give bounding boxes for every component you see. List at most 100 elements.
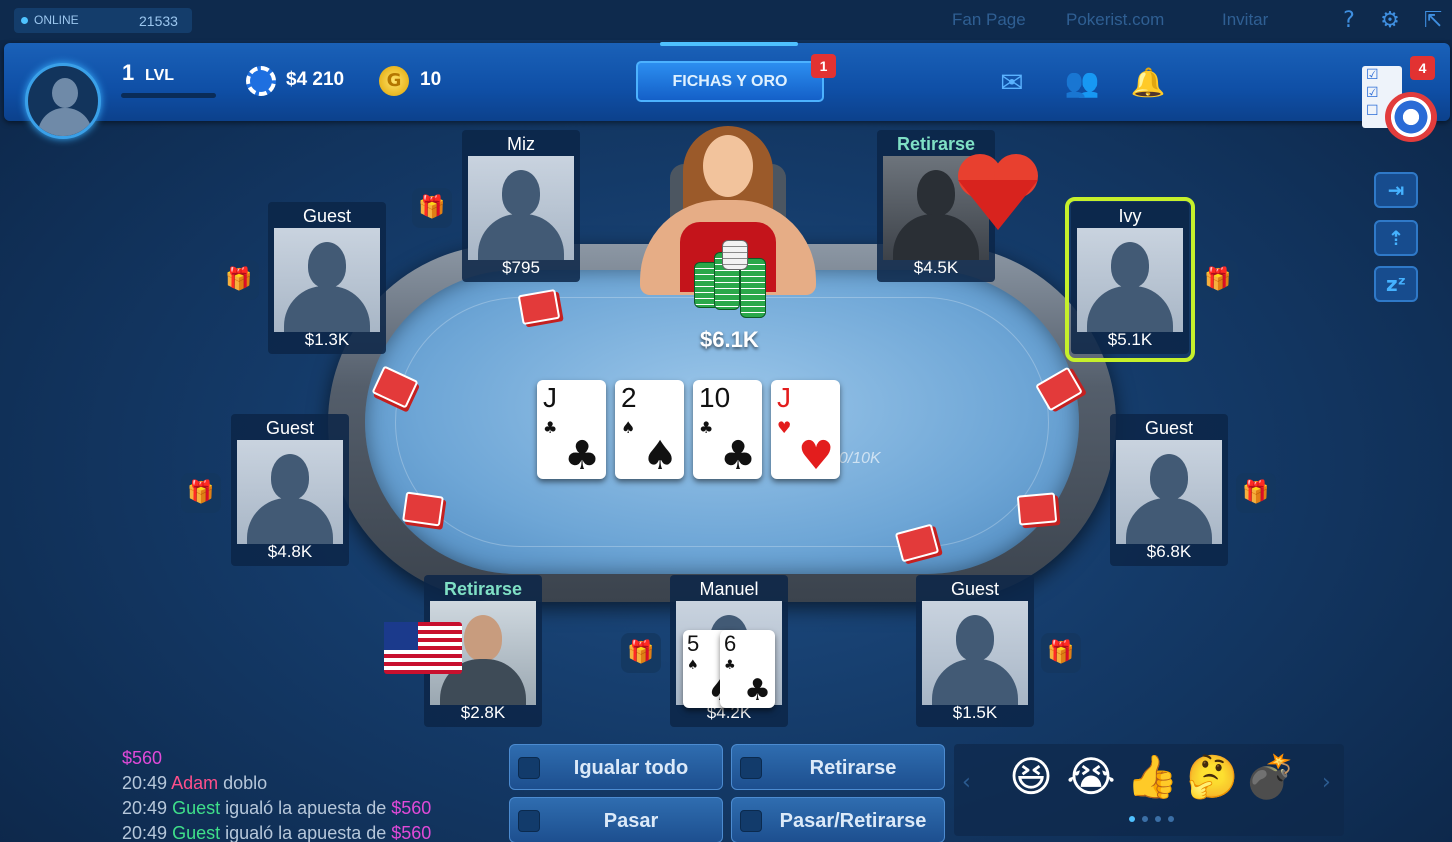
level-number: 1 <box>122 60 135 85</box>
check-fold-button[interactable]: Pasar/Retirarse <box>731 797 945 842</box>
card-suit-large: ♥ <box>798 433 834 479</box>
chat-line: $560 <box>122 746 492 771</box>
card-rank: 10 <box>699 382 731 413</box>
fold-button[interactable]: Retirarse <box>731 744 945 790</box>
seat-miz[interactable]: Miz $795 <box>462 130 580 282</box>
avatar <box>468 156 574 260</box>
seat-guest-top-left[interactable]: Guest $1.3K <box>268 202 386 354</box>
call-all-checkbox[interactable] <box>518 757 540 779</box>
seat-guest-bottom-right[interactable]: Guest $1.5K <box>916 575 1034 727</box>
check-button[interactable]: Pasar <box>509 797 723 842</box>
seat-guest-mid-left[interactable]: Guest $4.8K <box>231 414 349 566</box>
seat-stack: $6.8K <box>1146 542 1192 561</box>
community-card: 10 ♣ ♣ <box>693 380 762 479</box>
check-checkbox[interactable] <box>518 810 540 832</box>
seat-name: Manuel <box>699 579 759 599</box>
chat-time: 20:49 <box>122 823 168 842</box>
card-suit-large: ♣ <box>744 673 771 708</box>
chat-text: igualó la apuesta de <box>225 798 387 818</box>
gift-icon[interactable]: 🎁 <box>219 260 259 300</box>
card-suit-large: ♣ <box>564 433 600 479</box>
invite-link[interactable]: Invitar <box>1222 10 1268 30</box>
avatar <box>237 440 343 544</box>
check-fold-checkbox[interactable] <box>740 810 762 832</box>
emoji-thinking[interactable]: 🤔 <box>1186 752 1238 802</box>
page-dot[interactable] <box>1155 816 1161 822</box>
page-dot[interactable] <box>1142 816 1148 822</box>
chevron-left-icon[interactable]: ‹ <box>962 770 971 795</box>
gear-icon[interactable]: ⚙ <box>1377 8 1403 34</box>
chat-text: doblo <box>223 773 268 793</box>
card-suit-small: ♠ <box>621 418 636 437</box>
card-suit-small: ♥ <box>777 418 792 437</box>
card-suit-small: ♣ <box>724 658 736 673</box>
sleep-icon[interactable]: zᶻ <box>1374 266 1418 302</box>
page-dot-active[interactable] <box>1129 816 1135 822</box>
chevron-right-icon[interactable]: › <box>1322 770 1331 795</box>
seat-status-folded: Retirarse <box>443 579 523 599</box>
avatar-silhouette-body <box>38 108 92 136</box>
gift-icon[interactable]: 🎁 <box>621 633 661 673</box>
seat-guest-mid-right[interactable]: Guest $6.8K <box>1110 414 1228 566</box>
seat-name: Guest <box>265 418 315 438</box>
gift-icon[interactable]: 🎁 <box>412 188 452 228</box>
chat-amount: $560 <box>391 823 432 842</box>
gift-icon[interactable]: 🎁 <box>181 473 221 513</box>
community-card: J ♣ ♣ <box>537 380 606 479</box>
gift-icon[interactable]: 🎁 <box>1236 473 1276 513</box>
fold-checkbox[interactable] <box>740 757 762 779</box>
heart-gift-icon <box>958 180 1038 230</box>
emoji-laughing[interactable]: 😆 <box>1006 752 1056 802</box>
card-suit-small: ♣ <box>543 418 558 437</box>
fichas-badge: 1 <box>811 54 836 78</box>
call-all-button[interactable]: Igualar todo <box>509 744 723 790</box>
seat-stack: $1.5K <box>952 703 998 722</box>
online-dot-icon <box>21 17 28 24</box>
emoji-crying[interactable]: 😭 <box>1066 752 1116 802</box>
online-counter: ONLINE 21533 <box>14 8 192 33</box>
seat-name: Guest <box>1144 418 1194 438</box>
seat-stack: $2.8K <box>460 703 506 722</box>
chat-log: $560 20:49 Adam doblo 20:49 Guest igualó… <box>122 746 492 842</box>
pokerist-link[interactable]: Pokerist.com <box>1066 10 1164 30</box>
emoji-bomb[interactable]: 💣 <box>1244 752 1296 802</box>
seat-status-folded: Retirarse <box>896 134 976 154</box>
chips-balance: $4 210 <box>286 69 345 90</box>
fichas-y-oro-button[interactable]: FICHAS Y ORO <box>636 61 824 102</box>
card-rank: J <box>543 382 557 413</box>
friends-icon[interactable]: 👥 <box>1064 66 1100 100</box>
stand-up-icon[interactable]: ⇡ <box>1374 220 1418 256</box>
pot-amount: $6.1K <box>700 327 759 352</box>
gift-icon[interactable]: 🎁 <box>1198 260 1238 300</box>
chat-line: 20:49 Guest igualó la apuesta de $560 <box>122 796 492 821</box>
exit-table-icon[interactable]: ⇥ <box>1374 172 1418 208</box>
chat-amount: $560 <box>391 798 432 818</box>
mail-icon[interactable]: ✉ <box>994 66 1030 100</box>
gold-balance: 10 <box>420 69 442 90</box>
page-dot[interactable] <box>1168 816 1174 822</box>
pot-chip-stack-white <box>722 240 748 270</box>
help-icon[interactable]: ? <box>1336 8 1362 34</box>
seat-stack: $4.5K <box>913 258 959 277</box>
card-suit-large: ♠ <box>642 433 678 479</box>
chat-player: Guest <box>172 823 221 842</box>
external-link-icon[interactable]: ⇱ <box>1420 8 1446 34</box>
avatar <box>274 228 380 332</box>
missions-badge: 4 <box>1410 56 1435 80</box>
chat-time: 20:49 <box>122 773 168 793</box>
community-card: 2 ♠ ♠ <box>615 380 684 479</box>
emoji-thumbs-up[interactable]: 👍 <box>1126 752 1178 802</box>
card-rank: 2 <box>621 382 637 413</box>
seat-name: Guest <box>302 206 352 226</box>
fan-page-link[interactable]: Fan Page <box>952 10 1026 30</box>
bell-icon[interactable]: 🔔 <box>1130 66 1166 100</box>
level-progress-bar <box>121 93 216 98</box>
avatar[interactable] <box>25 63 101 139</box>
dealer-face <box>703 135 753 197</box>
chat-time: 20:49 <box>122 798 168 818</box>
seat-stack: $795 <box>502 258 540 277</box>
card-rank: 5 <box>687 631 700 656</box>
gift-icon[interactable]: 🎁 <box>1041 633 1081 673</box>
missions-chip-icon <box>1385 92 1437 142</box>
chat-player: Guest <box>172 798 221 818</box>
